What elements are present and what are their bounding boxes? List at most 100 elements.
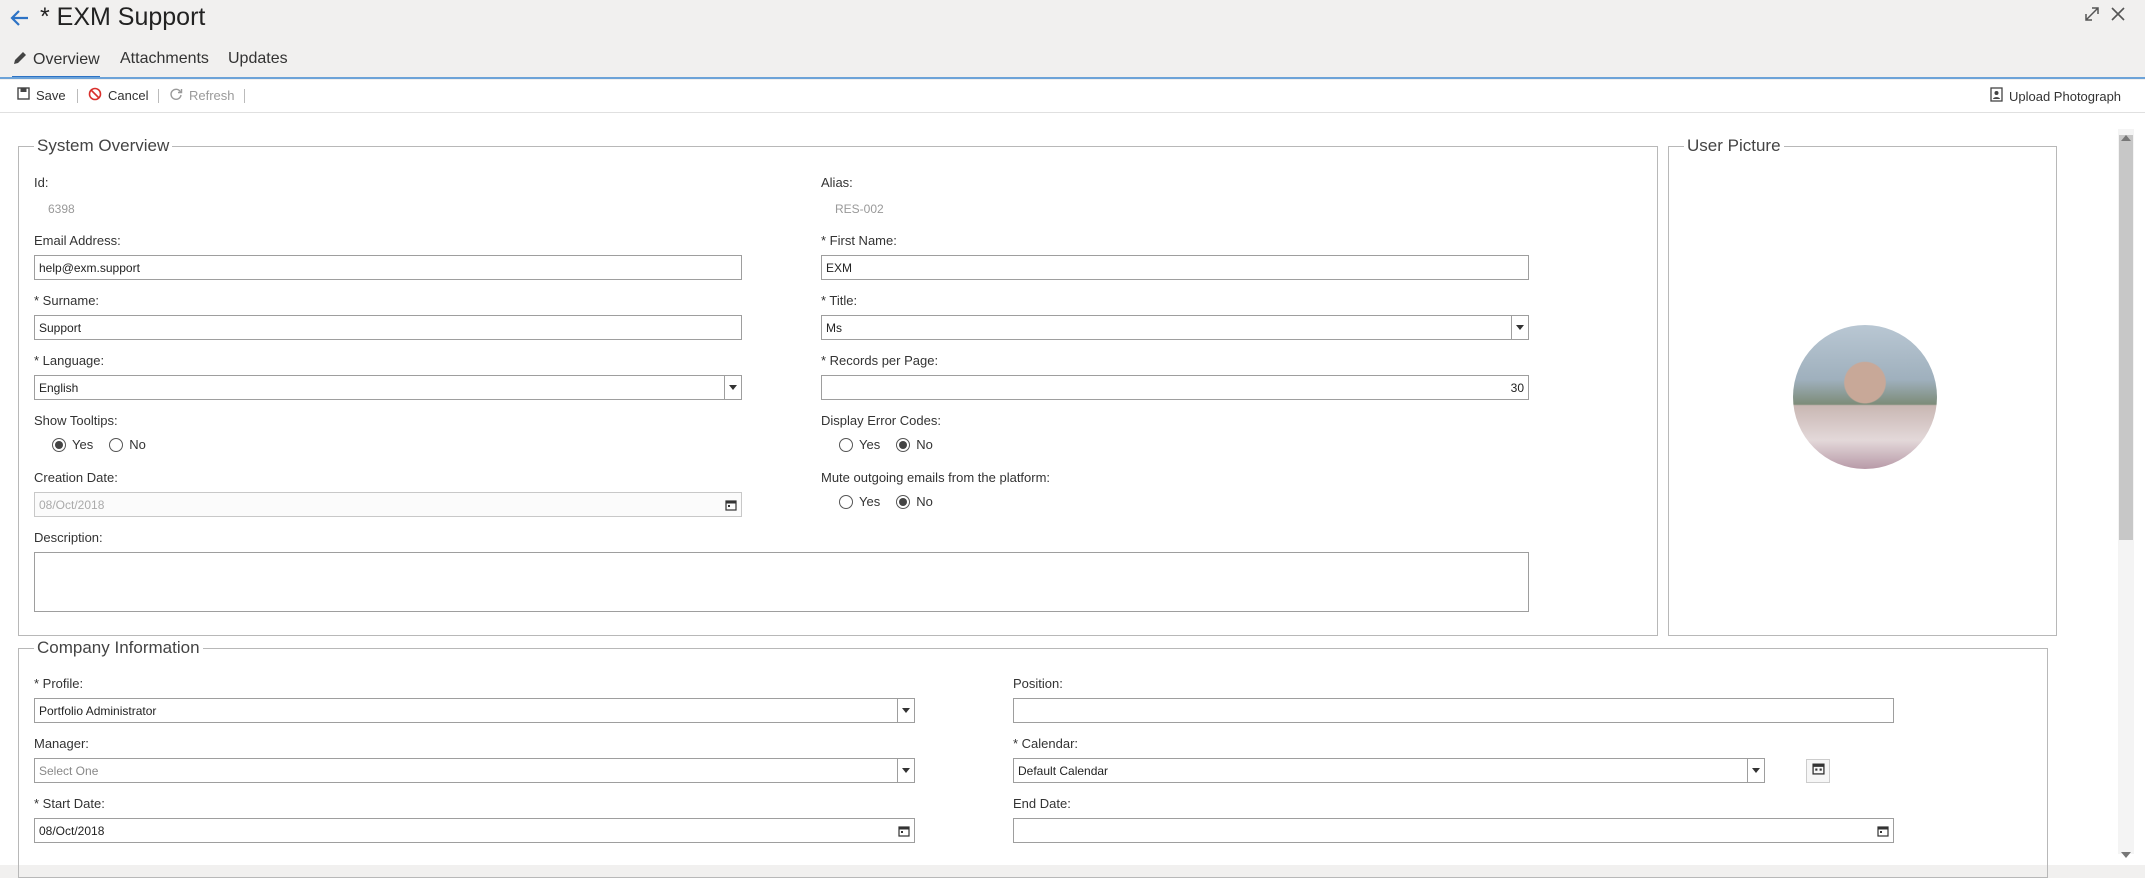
creation-date-value: 08/Oct/2018 (39, 497, 105, 512)
email-field[interactable] (34, 255, 742, 280)
radio-unchecked-icon[interactable] (839, 437, 853, 452)
page-title: * EXM Support (40, 3, 206, 31)
manager-select[interactable]: Select One (34, 758, 915, 783)
records-per-page-input[interactable] (826, 376, 1524, 399)
upload-photo-icon (1990, 87, 2003, 105)
position-input[interactable] (1018, 699, 1889, 722)
start-date-value: 08/Oct/2018 (39, 823, 105, 838)
upload-photograph-label: Upload Photograph (2009, 88, 2122, 104)
toolbar-divider (158, 89, 159, 103)
chevron-down-icon[interactable] (1747, 759, 1764, 782)
show-tooltips-no[interactable]: No (109, 437, 146, 452)
radio-checked-icon[interactable] (896, 494, 911, 509)
profile-select[interactable]: Portfolio Administrator (34, 698, 915, 723)
records-per-page-field[interactable] (821, 375, 1529, 400)
chevron-down-icon[interactable] (724, 376, 741, 399)
save-label: Save (36, 87, 66, 103)
yes-label: Yes (859, 437, 881, 452)
tab-updates[interactable]: Updates (228, 50, 288, 68)
chevron-down-icon[interactable] (897, 699, 914, 722)
save-button[interactable]: Save (17, 87, 66, 103)
toolbar-divider (77, 89, 78, 103)
start-date-field[interactable]: 08/Oct/2018 (34, 818, 915, 843)
tab-attachments[interactable]: Attachments (120, 50, 209, 68)
first-name-input[interactable] (826, 256, 1524, 279)
mute-outgoing-radio-group: Yes No (839, 494, 943, 509)
refresh-label: Refresh (189, 88, 235, 103)
scrollbar-thumb[interactable] (2119, 135, 2133, 540)
title-select[interactable]: Ms (821, 315, 1529, 340)
error-codes-no[interactable]: No (896, 437, 933, 452)
email-label: Email Address: (34, 233, 121, 248)
profile-value: Portfolio Administrator (39, 703, 157, 718)
title-label: * Title: (821, 293, 858, 308)
cancel-label: Cancel (108, 88, 149, 103)
calendar-icon[interactable] (894, 819, 914, 842)
calendar-value: Default Calendar (1018, 763, 1109, 778)
alias-value: RES-002 (835, 202, 884, 216)
calendar-view-button[interactable] (1806, 759, 1830, 783)
email-input[interactable] (39, 256, 737, 279)
show-tooltips-radio-group: Yes No (52, 437, 156, 452)
surname-field[interactable] (34, 315, 742, 340)
language-value: English (39, 380, 79, 395)
description-textarea[interactable] (34, 552, 1529, 612)
radio-unchecked-icon[interactable] (839, 494, 853, 509)
chevron-down-icon[interactable] (1511, 316, 1528, 339)
manager-label: Manager: (34, 736, 89, 751)
position-field[interactable] (1013, 698, 1894, 723)
no-label: No (916, 494, 933, 509)
creation-date-label: Creation Date: (34, 470, 118, 485)
alias-label: Alias: (821, 175, 853, 190)
refresh-button[interactable]: Refresh (169, 87, 235, 104)
manager-placeholder: Select One (39, 763, 99, 778)
display-error-codes-label: Display Error Codes: (821, 413, 941, 428)
back-arrow-icon[interactable] (8, 4, 32, 32)
mute-outgoing-yes[interactable]: Yes (839, 494, 880, 509)
expand-icon[interactable] (2081, 3, 2103, 25)
show-tooltips-label: Show Tooltips: (34, 413, 118, 428)
end-date-field[interactable] (1013, 818, 1894, 843)
company-information-legend: Company Information (37, 638, 200, 657)
user-picture-legend: User Picture (1687, 136, 1781, 155)
no-label: No (916, 437, 933, 452)
show-tooltips-yes[interactable]: Yes (52, 437, 93, 452)
title-value: Ms (826, 320, 842, 335)
id-label: Id: (34, 175, 49, 190)
position-label: Position: (1013, 676, 1063, 691)
radio-checked-icon[interactable] (52, 437, 66, 452)
first-name-field[interactable] (821, 255, 1529, 280)
refresh-icon (169, 87, 183, 104)
records-per-page-label: * Records per Page: (821, 353, 939, 368)
tab-overview[interactable]: Overview (12, 50, 100, 79)
save-icon (17, 87, 30, 103)
error-codes-yes[interactable]: Yes (839, 437, 880, 452)
toolbar: Save Cancel Refresh Upload Photograph (0, 80, 2145, 113)
profile-label: * Profile: (34, 676, 84, 691)
description-label: Description: (34, 530, 103, 545)
end-date-label: End Date: (1013, 796, 1071, 811)
language-label: * Language: (34, 353, 105, 368)
calendar-icon[interactable] (721, 493, 741, 516)
radio-checked-icon[interactable] (896, 437, 911, 452)
language-select[interactable]: English (34, 375, 742, 400)
chevron-down-icon[interactable] (897, 759, 914, 782)
surname-input[interactable] (39, 316, 737, 339)
radio-unchecked-icon[interactable] (109, 437, 124, 452)
scroll-up-icon[interactable] (2121, 128, 2131, 146)
upload-photograph-button[interactable]: Upload Photograph (1990, 87, 2121, 105)
toolbar-divider (244, 89, 245, 103)
mute-outgoing-no[interactable]: No (896, 494, 933, 509)
calendar-icon[interactable] (1873, 819, 1893, 842)
pencil-icon (12, 50, 28, 71)
yes-label: Yes (72, 437, 94, 452)
calendar-select[interactable]: Default Calendar (1013, 758, 1765, 783)
first-name-label: * First Name: (821, 233, 897, 248)
user-avatar[interactable] (1793, 325, 1937, 469)
tab-overview-label: Overview (33, 51, 100, 68)
calendar-label: * Calendar: (1013, 736, 1079, 751)
close-icon[interactable] (2107, 3, 2129, 25)
cancel-button[interactable]: Cancel (88, 87, 148, 104)
start-date-label: * Start Date: (34, 796, 105, 811)
scroll-down-icon[interactable] (2121, 845, 2131, 863)
